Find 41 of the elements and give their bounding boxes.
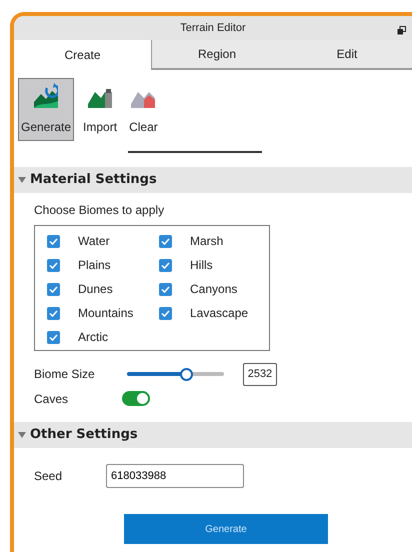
checkbox[interactable] <box>159 234 172 248</box>
checkbox[interactable] <box>159 258 172 272</box>
checkbox-label: Mountains <box>78 305 134 322</box>
toggle-label: Caves <box>34 390 68 408</box>
tab[interactable]: Region <box>152 40 282 68</box>
tool-button[interactable]: Clear <box>126 78 161 141</box>
checkbox-label: Lavascape <box>190 305 248 322</box>
generate-button[interactable]: Generate <box>124 514 328 544</box>
toggle-switch[interactable] <box>122 391 150 406</box>
checkbox-label: Canyons <box>190 281 238 298</box>
checkbox[interactable] <box>47 258 60 272</box>
checkbox-label: Arctic <box>78 329 108 346</box>
window-title: Terrain Editor <box>180 20 246 36</box>
tool-button[interactable]: Generate <box>18 78 74 141</box>
checkbox[interactable] <box>159 306 172 320</box>
checkbox[interactable] <box>47 234 60 248</box>
slider-label: Biome Size <box>34 366 95 384</box>
section-title: Material Settings <box>30 171 157 190</box>
checkbox-label: Hills <box>190 257 213 274</box>
checkbox[interactable] <box>159 282 172 296</box>
checkbox[interactable] <box>47 330 60 344</box>
tab[interactable]: Create <box>14 40 152 70</box>
field-label: Seed <box>34 468 62 485</box>
checkbox-label: Plains <box>78 257 111 274</box>
group-label: Choose Biomes to apply <box>34 202 166 219</box>
tool-button[interactable]: Import <box>80 78 120 141</box>
caret-icon[interactable] <box>18 176 26 184</box>
checkbox[interactable] <box>47 306 60 320</box>
checkbox-label: Dunes <box>78 281 113 298</box>
checkbox-label: Water <box>78 233 110 250</box>
terrain-icon <box>88 89 112 108</box>
caret-icon[interactable] <box>18 430 26 438</box>
section-title: Other Settings <box>30 426 138 444</box>
terrain-icon <box>131 92 156 108</box>
slider-thumb[interactable] <box>180 368 194 381</box>
terrain-icon <box>34 83 58 108</box>
value-field[interactable]: 2532 <box>242 363 278 386</box>
seed-field[interactable]: 618033988 <box>106 464 244 488</box>
checkbox-label: Marsh <box>190 233 224 250</box>
tab[interactable]: Edit <box>282 40 412 68</box>
checkbox[interactable] <box>47 282 60 296</box>
